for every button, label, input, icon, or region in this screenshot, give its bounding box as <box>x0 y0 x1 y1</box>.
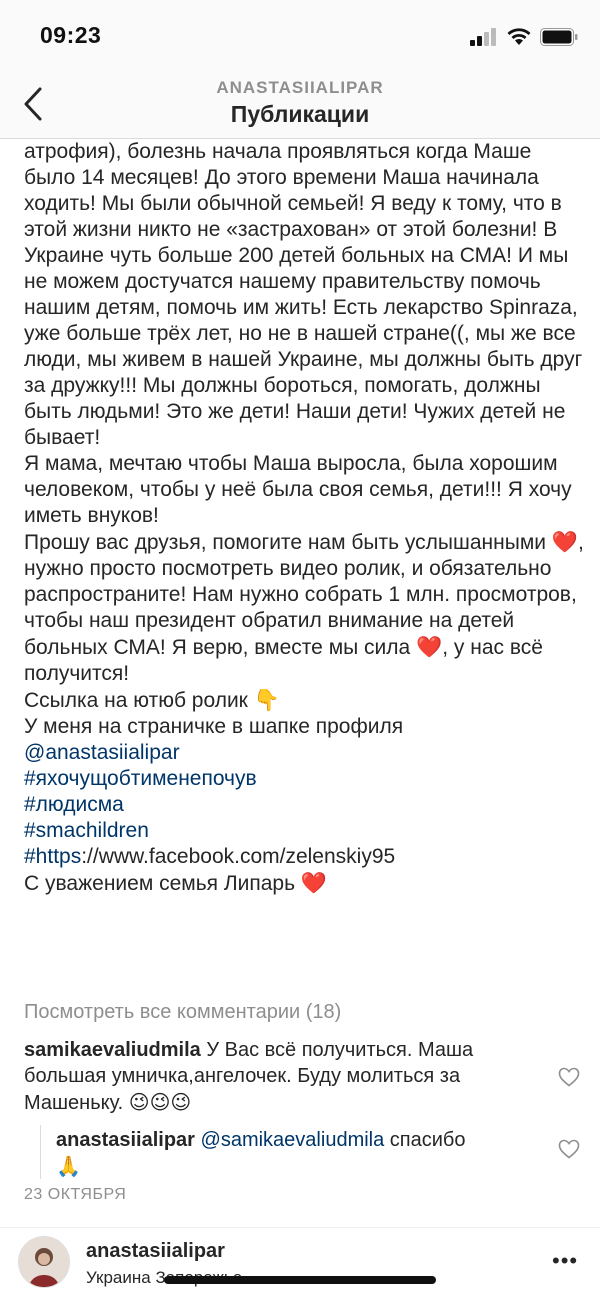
caption-paragraph: атрофия), болезнь начала проявляться ког… <box>24 140 583 449</box>
caption-paragraph: Я мама, мечтаю чтобы Маша выросла, была … <box>24 452 572 527</box>
post-owner-username[interactable]: ANASTASIIALIPAR <box>0 78 600 98</box>
reply-username[interactable]: anastasiialipar <box>56 1129 195 1151</box>
reply-item: anastasiialipar @samikaevaliudmila спаси… <box>56 1127 526 1180</box>
reply-divider <box>40 1125 41 1179</box>
caption-paragraph: Ссылка на ютюб ролик 👇 <box>24 687 584 714</box>
pray-emoji: 🙏 <box>56 1154 81 1178</box>
heart-emoji: ❤️ <box>551 530 578 554</box>
comment-item: samikaevaliudmila У Вас всё получиться. … <box>24 1037 524 1116</box>
mention-link[interactable]: @anastasiialipar <box>24 741 180 764</box>
heart-like-icon[interactable] <box>558 1139 580 1159</box>
heart-emoji: ❤️ <box>300 871 328 895</box>
home-indicator[interactable] <box>164 1276 436 1284</box>
post-caption: атрофия), болезнь начала проявляться ког… <box>24 139 584 897</box>
reply-text: спасибо <box>389 1129 466 1151</box>
hashtag-link[interactable]: #яхочущобтименепочув <box>24 767 257 790</box>
status-bar: 09:23 <box>0 0 600 70</box>
avatar[interactable] <box>18 1236 70 1288</box>
view-all-comments-link[interactable]: Посмотреть все комментарии (18) <box>24 1001 341 1024</box>
hashtag-link[interactable]: #smachildren <box>24 819 149 842</box>
post-content: атрофия), болезнь начала проявляться ког… <box>0 139 600 1298</box>
youtube-link-text: Ссылка на ютюб ролик <box>24 689 248 712</box>
reply-mention[interactable]: @samikaevaliudmila <box>201 1129 385 1151</box>
heart-emoji: ❤️ <box>416 635 443 659</box>
avatar-image <box>19 1237 69 1287</box>
wifi-icon <box>507 28 531 45</box>
url-text: ://www.facebook.com/zelenskiy95 <box>81 845 396 868</box>
next-post-header: anastasiialipar Украина Запорожье ••• <box>0 1227 600 1298</box>
hashtag-link[interactable]: #людисма <box>24 793 124 816</box>
caption-paragraph: Прошу вас друзья, помогите нам быть услы… <box>24 529 584 687</box>
next-post-username[interactable]: anastasiialipar <box>86 1240 225 1263</box>
status-time: 09:23 <box>40 22 102 48</box>
comment-username[interactable]: samikaevaliudmila <box>24 1039 201 1061</box>
more-options-icon[interactable]: ••• <box>552 1248 578 1274</box>
battery-icon <box>540 28 578 46</box>
hashtag-link[interactable]: #https <box>24 845 81 868</box>
cellular-signal-icon <box>470 28 496 46</box>
point-down-emoji: 👇 <box>253 688 280 712</box>
page-title: Публикации <box>230 101 370 127</box>
caption-paragraph: У меня на страничке в шапке профиля <box>24 715 404 738</box>
signoff-text: С уважением семья Липарь <box>24 872 296 895</box>
post-date: 23 ОКТЯБРЯ <box>24 1186 127 1203</box>
heart-like-icon[interactable] <box>558 1067 580 1087</box>
caption-text: Прошу вас друзья, помогите нам быть услы… <box>24 531 546 554</box>
caption-paragraph: С уважением семья Липарь ❤️ <box>24 870 584 897</box>
navigation-bar: ANASTASIIALIPAR Публикации <box>0 70 600 139</box>
wink-emoji: 😉😉😉 <box>128 1090 192 1114</box>
